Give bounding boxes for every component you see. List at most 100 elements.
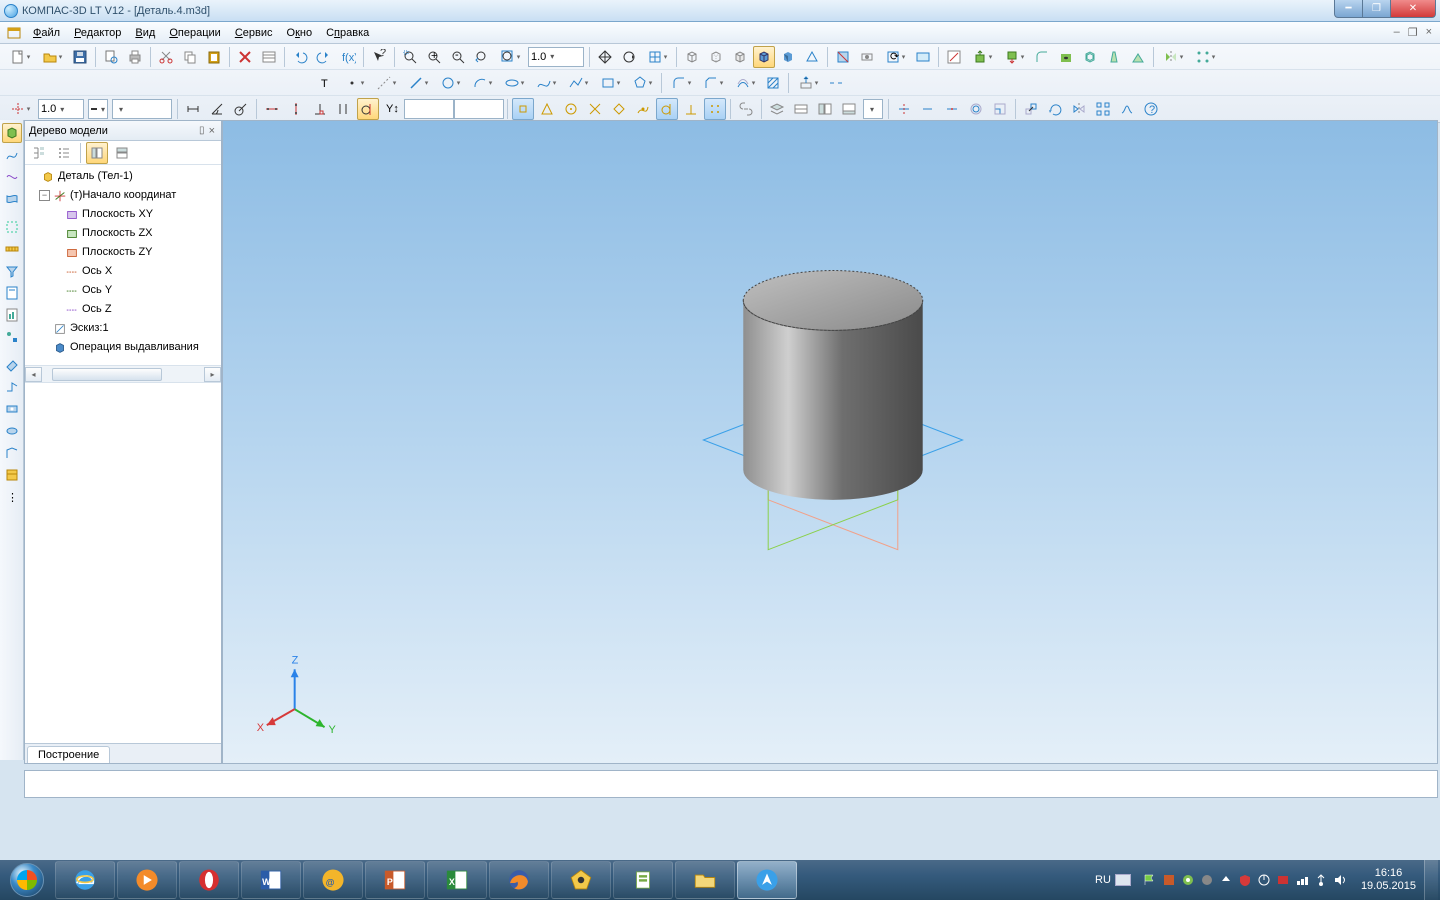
tree-mode1-button[interactable]: [28, 142, 50, 164]
tray-power-icon[interactable]: [1257, 873, 1271, 887]
rotate-2d-button[interactable]: [1044, 98, 1066, 120]
menu-file[interactable]: Файл: [26, 25, 67, 41]
param1-input[interactable]: [404, 99, 454, 119]
tree-toggle-button[interactable]: [814, 98, 836, 120]
tray-shield-icon[interactable]: [1238, 873, 1252, 887]
tree-plane-zx[interactable]: Плоскость ZX: [25, 224, 221, 243]
tree-close-button[interactable]: ×: [207, 125, 217, 137]
tree-axis-z[interactable]: Ось Z: [25, 300, 221, 319]
tab-build[interactable]: Построение: [27, 746, 110, 763]
draft-button[interactable]: [1103, 46, 1125, 68]
zoom-value-dropdown[interactable]: 1.0: [528, 47, 584, 67]
arc-button[interactable]: [467, 72, 497, 94]
copy-button[interactable]: [179, 46, 201, 68]
snap-mid-button[interactable]: [536, 98, 558, 120]
close-button[interactable]: ✕: [1390, 0, 1436, 18]
rect-button[interactable]: [595, 72, 625, 94]
chamfer-2d-button[interactable]: [698, 72, 728, 94]
sheet-bend-button[interactable]: [2, 377, 22, 397]
redo-button[interactable]: [313, 46, 335, 68]
tray-gpu-icon[interactable]: [1181, 873, 1195, 887]
variables-button[interactable]: f(x): [337, 46, 359, 68]
print-preview-button[interactable]: [100, 46, 122, 68]
constr-vert-button[interactable]: [285, 98, 307, 120]
taskbar-explorer[interactable]: [675, 861, 735, 899]
help-what-button[interactable]: ?: [1140, 98, 1162, 120]
tree-hscrollbar[interactable]: ◂▸: [25, 365, 221, 382]
tree-plane-xy[interactable]: Плоскость XY: [25, 205, 221, 224]
point-button[interactable]: [339, 72, 369, 94]
taskbar-excel[interactable]: X: [427, 861, 487, 899]
shaded-button[interactable]: [777, 46, 799, 68]
tree-root[interactable]: Деталь (Тел-1): [25, 167, 221, 186]
hole-button[interactable]: [1055, 46, 1077, 68]
sheet-cut-button[interactable]: [2, 399, 22, 419]
poly-button[interactable]: [627, 72, 657, 94]
show-desktop-button[interactable]: [1424, 860, 1438, 900]
sheet-stamp-button[interactable]: [2, 421, 22, 441]
sheet-corner-button[interactable]: [2, 443, 22, 463]
sketch-curve-button[interactable]: [2, 145, 22, 165]
link-button[interactable]: [735, 98, 757, 120]
tree-header[interactable]: Дерево модели ▯ ×: [25, 121, 221, 141]
zoom-fit-button[interactable]: [495, 46, 525, 68]
properties-button[interactable]: [258, 46, 280, 68]
rotate-button[interactable]: [618, 46, 640, 68]
line-style-dropdown[interactable]: [88, 99, 108, 119]
ellipse-button[interactable]: [499, 72, 529, 94]
taskbar-mail[interactable]: @: [303, 861, 363, 899]
taskbar-powerpoint[interactable]: P: [365, 861, 425, 899]
symmetry-button[interactable]: [1068, 98, 1090, 120]
tray-volume-icon[interactable]: [1333, 873, 1347, 887]
copy-array-button[interactable]: [1092, 98, 1114, 120]
menu-window[interactable]: Окно: [280, 25, 320, 41]
tray-usb-icon[interactable]: [1314, 873, 1328, 887]
save-button[interactable]: [69, 46, 91, 68]
language-indicator[interactable]: RU: [1089, 874, 1137, 886]
tree-sketch[interactable]: Эскиз:1: [25, 319, 221, 338]
break-button[interactable]: [825, 72, 847, 94]
pan-button[interactable]: [594, 46, 616, 68]
taskbar-firefox[interactable]: [489, 861, 549, 899]
zoom-frame-button[interactable]: [399, 46, 421, 68]
tree-plane-zy[interactable]: Плоскость ZY: [25, 243, 221, 262]
pin-icon[interactable]: ▯: [197, 125, 207, 136]
circle-button[interactable]: [435, 72, 465, 94]
spec-button[interactable]: [2, 283, 22, 303]
mdi-minimize[interactable]: –: [1392, 26, 1402, 39]
tray-av-icon[interactable]: [1276, 873, 1290, 887]
maximize-button[interactable]: ❐: [1362, 0, 1391, 18]
cut-button[interactable]: [155, 46, 177, 68]
library-button[interactable]: [2, 465, 22, 485]
fillet-button[interactable]: [1031, 46, 1053, 68]
constr-coinc-button[interactable]: Y↕: [381, 98, 403, 120]
snap-near-button[interactable]: [632, 98, 654, 120]
tree-axis-y[interactable]: Ось Y: [25, 281, 221, 300]
constr-perp-button[interactable]: [309, 98, 331, 120]
scale-button[interactable]: [989, 98, 1011, 120]
array-button[interactable]: [1190, 46, 1220, 68]
zoom-in-button[interactable]: +: [423, 46, 445, 68]
snap-center-button[interactable]: [560, 98, 582, 120]
perspective-button[interactable]: [801, 46, 823, 68]
undo-button[interactable]: [289, 46, 311, 68]
taskbar-opera[interactable]: [179, 861, 239, 899]
layer-props-button[interactable]: [790, 98, 812, 120]
cut-extrude-button[interactable]: [999, 46, 1029, 68]
rebuild-button[interactable]: ⟳: [880, 46, 910, 68]
extrude-button[interactable]: [967, 46, 997, 68]
hatch-button[interactable]: [762, 72, 784, 94]
elements-button[interactable]: [2, 327, 22, 347]
redraw-button[interactable]: [912, 46, 934, 68]
snap-tangent-button[interactable]: [656, 98, 678, 120]
paste-button[interactable]: [203, 46, 225, 68]
zoom-prev-button[interactable]: [471, 46, 493, 68]
auto-axis-button[interactable]: [5, 98, 35, 120]
taskbar-kompas[interactable]: [737, 861, 797, 899]
app-menu-icon[interactable]: [6, 25, 22, 41]
minimize-button[interactable]: ━: [1334, 0, 1363, 18]
help-cursor-button[interactable]: ?: [368, 46, 390, 68]
filter-button[interactable]: [2, 261, 22, 281]
taskbar-ie[interactable]: [55, 861, 115, 899]
properties-panel-button[interactable]: [838, 98, 860, 120]
